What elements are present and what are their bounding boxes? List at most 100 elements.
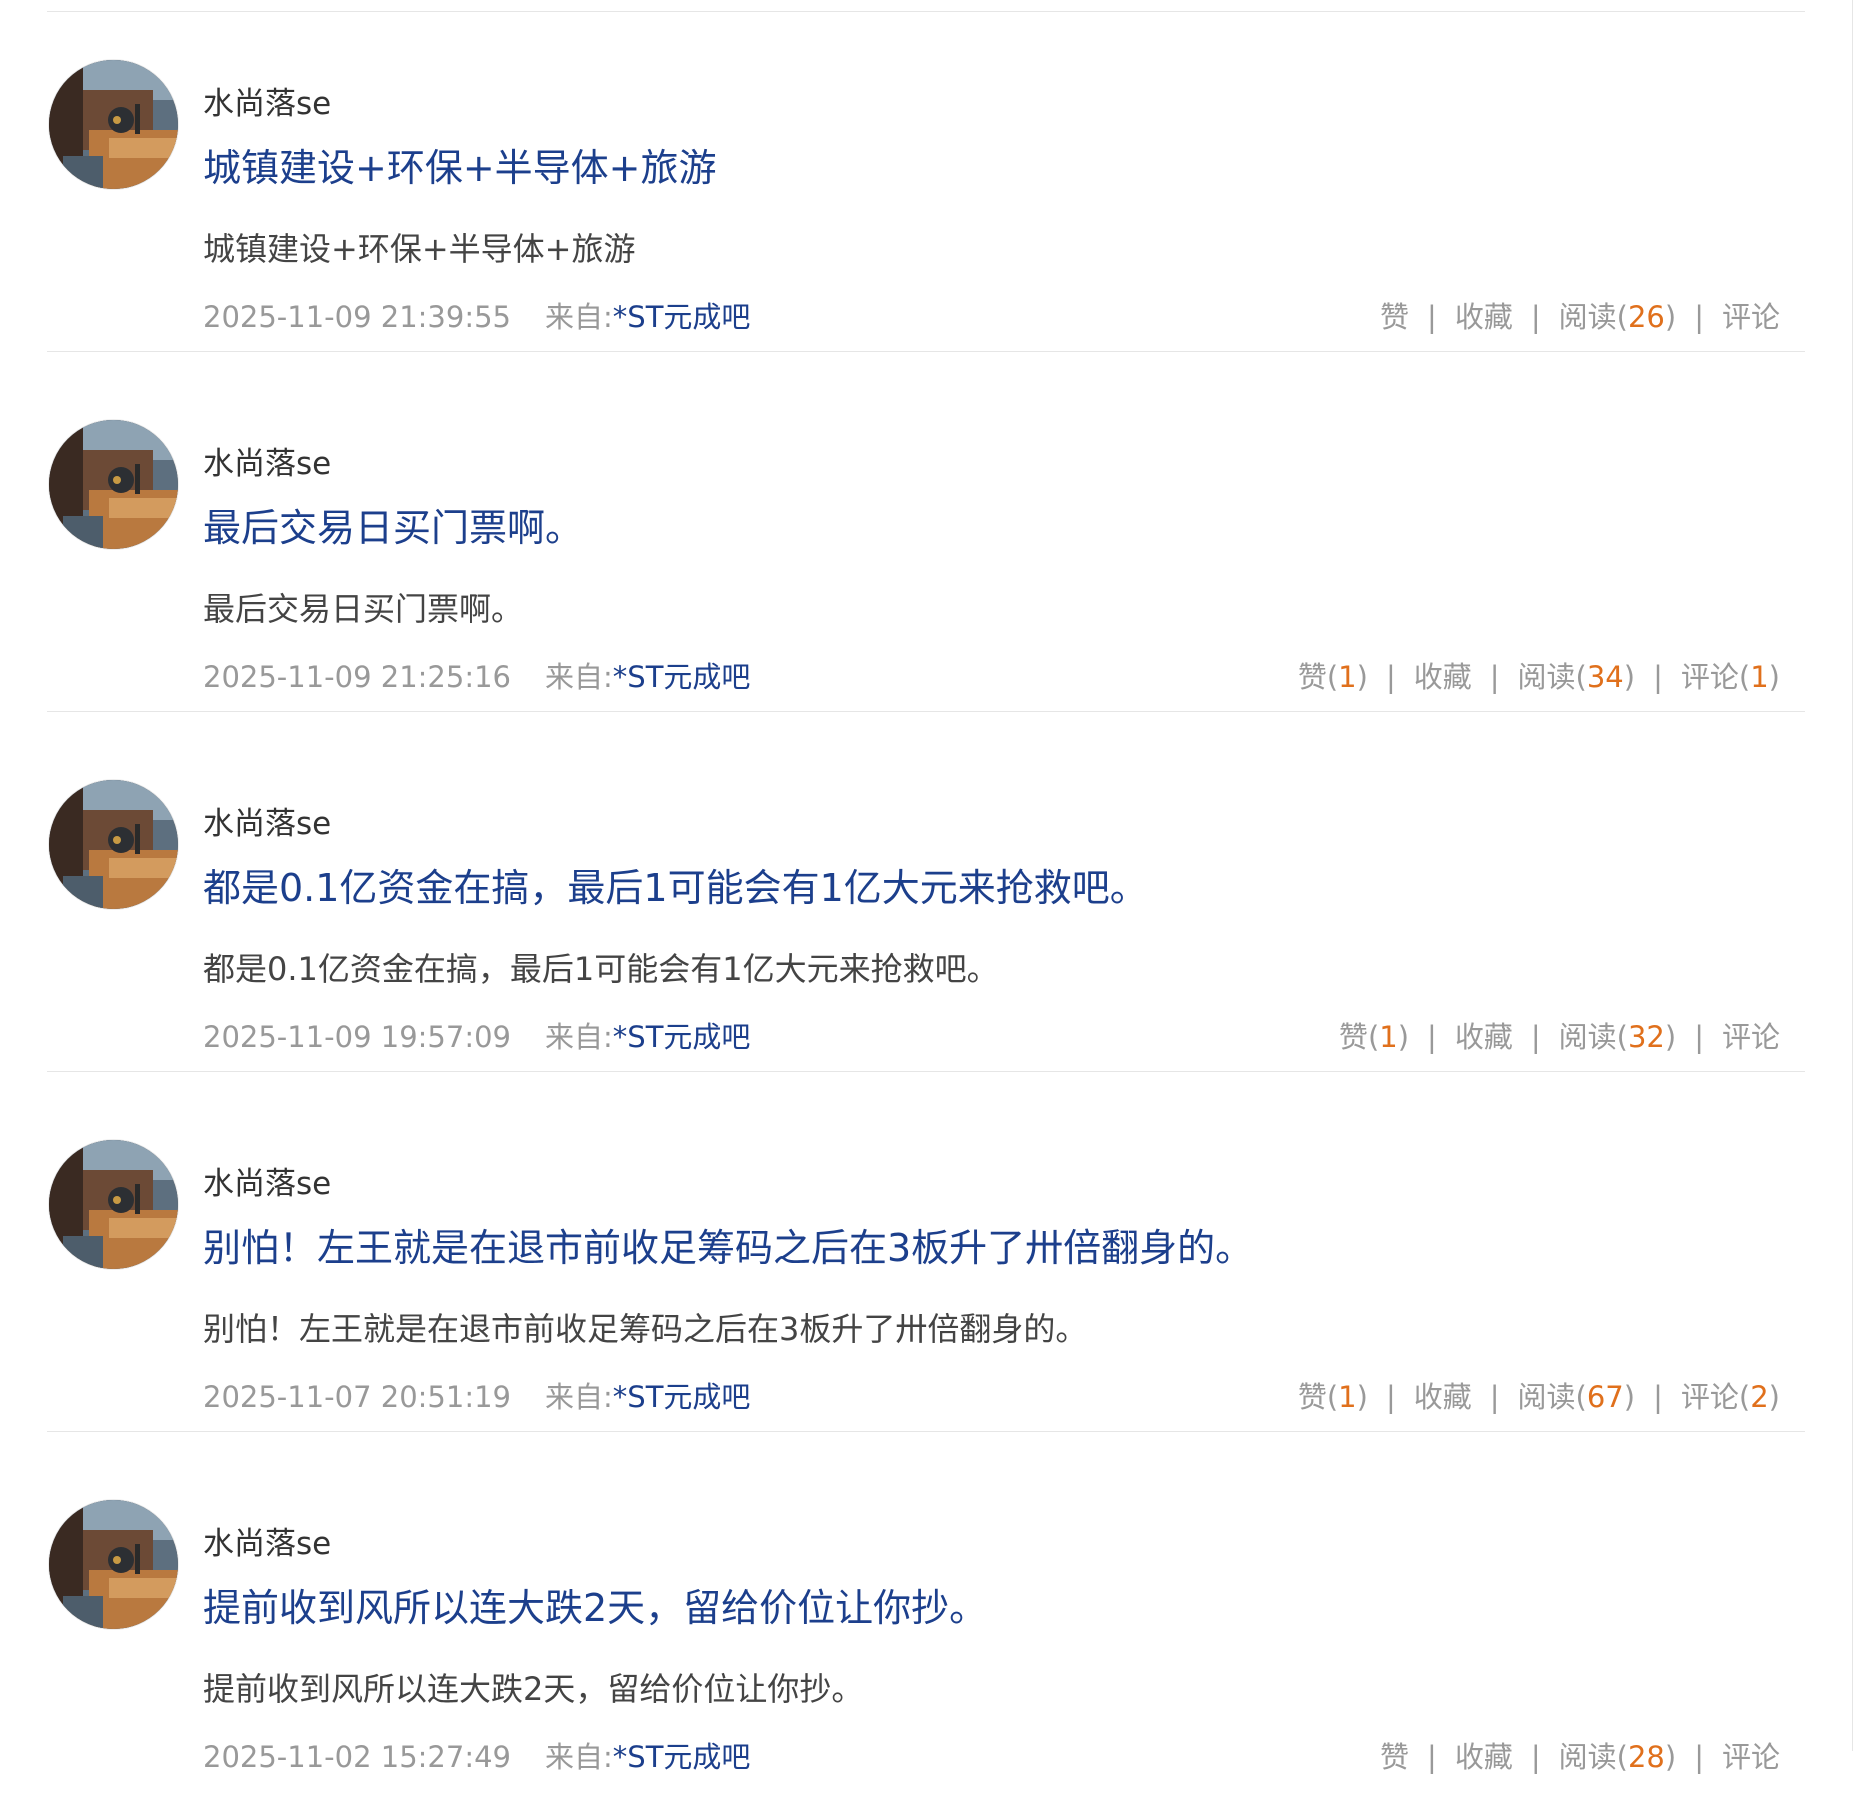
paren-open: ( [1616, 300, 1628, 334]
read-button[interactable]: 阅读(32) [1559, 1017, 1677, 1057]
post-item: 水尚落se 城镇建设+环保+半导体+旅游 城镇建设+环保+半导体+旅游 2025… [0, 0, 1853, 356]
post-item: 水尚落se 提前收到风所以连大跌2天，留给价位让你抄。 提前收到风所以连大跌2天… [0, 1440, 1853, 1796]
post-divider [47, 1431, 1805, 1432]
avatar[interactable] [49, 1500, 178, 1629]
paren-close: ) [1664, 1020, 1677, 1054]
read-count: (28) [1617, 1740, 1677, 1774]
source-link[interactable]: *ST元成吧 [613, 1020, 751, 1054]
separator: | [1489, 660, 1500, 694]
post-meta: 2025-11-02 15:27:49 来自:*ST元成吧 [203, 1737, 750, 1777]
collect-button[interactable]: 收藏 [1455, 297, 1513, 337]
separator: | [1694, 1020, 1704, 1054]
post-summary: 别怕！左王就是在退市前收足筹码之后在3板升了卅倍翻身的。 [203, 1310, 1088, 1348]
paren-close: ) [1356, 660, 1368, 694]
collect-button[interactable]: 收藏 [1455, 1737, 1513, 1777]
read-button[interactable]: 阅读(34) [1518, 657, 1636, 697]
comment-label: 评论 [1680, 660, 1739, 694]
collect-button[interactable]: 收藏 [1455, 1017, 1513, 1057]
author-name[interactable]: 水尚落se [203, 84, 331, 124]
comment-button[interactable]: 评论(2) [1681, 1377, 1780, 1417]
source-link[interactable]: *ST元成吧 [613, 1380, 751, 1414]
collect-label: 收藏 [1413, 1380, 1472, 1414]
avatar[interactable] [49, 1140, 178, 1269]
author-name[interactable]: 水尚落se [203, 444, 331, 484]
post-title[interactable]: 最后交易日买门票啊。 [203, 504, 583, 552]
post-title[interactable]: 都是0.1亿资金在搞，最后1可能会有1亿大元来抢救吧。 [203, 864, 1148, 912]
paren-close: ) [1664, 300, 1677, 334]
source-link[interactable]: *ST元成吧 [613, 1740, 751, 1774]
post-item: 水尚落se 都是0.1亿资金在搞，最后1可能会有1亿大元来抢救吧。 都是0.1亿… [0, 720, 1853, 1076]
post-time: 2025-11-09 21:25:16 [203, 660, 511, 694]
like-label: 赞 [1297, 1380, 1327, 1414]
paren-close: ) [1623, 1380, 1636, 1414]
post-title[interactable]: 城镇建设+环保+半导体+旅游 [203, 144, 717, 192]
post-time: 2025-11-07 20:51:19 [203, 1380, 511, 1414]
author-name[interactable]: 水尚落se [203, 1524, 331, 1564]
like-button[interactable]: 赞 [1380, 297, 1409, 337]
post-meta: 2025-11-07 20:51:19 来自:*ST元成吧 [203, 1377, 750, 1417]
like-button[interactable]: 赞(1) [1339, 1017, 1409, 1057]
post-title[interactable]: 别怕！左王就是在退市前收足筹码之后在3板升了卅倍翻身的。 [203, 1224, 1253, 1272]
read-button[interactable]: 阅读(28) [1559, 1737, 1677, 1777]
avatar[interactable] [49, 780, 178, 909]
like-label: 赞 [1338, 1020, 1368, 1054]
avatar[interactable] [49, 60, 178, 189]
paren-close: ) [1768, 1380, 1780, 1414]
paren-close: ) [1397, 1020, 1410, 1054]
read-label: 阅读 [1558, 300, 1617, 334]
post-time: 2025-11-09 19:57:09 [203, 1020, 511, 1054]
separator: | [1489, 1380, 1500, 1414]
read-count-value: 28 [1627, 1740, 1665, 1774]
comment-button[interactable]: 评论(1) [1681, 657, 1780, 697]
post-item: 水尚落se 最后交易日买门票啊。 最后交易日买门票啊。 2025-11-09 2… [0, 360, 1853, 716]
separator: | [1427, 1740, 1437, 1774]
post-summary: 最后交易日买门票啊。 [203, 590, 524, 628]
comment-button[interactable]: 评论 [1722, 1017, 1780, 1057]
post-actions: 赞(1) | 收藏 | 阅读(67) | 评论(2) [1298, 1377, 1780, 1417]
separator: | [1530, 300, 1541, 334]
author-name[interactable]: 水尚落se [203, 804, 331, 844]
like-button[interactable]: 赞(1) [1298, 1377, 1368, 1417]
paren-close: ) [1664, 1740, 1677, 1774]
like-button[interactable]: 赞(1) [1298, 657, 1368, 697]
source-link[interactable]: *ST元成吧 [613, 300, 751, 334]
comment-label: 评论 [1721, 1020, 1780, 1054]
read-button[interactable]: 阅读(26) [1559, 297, 1677, 337]
post-meta: 2025-11-09 19:57:09 来自:*ST元成吧 [203, 1017, 750, 1057]
paren-open: ( [1616, 1020, 1628, 1054]
collect-label: 收藏 [1454, 300, 1513, 334]
separator: | [1694, 300, 1704, 334]
post-divider [47, 711, 1805, 712]
source-link[interactable]: *ST元成吧 [613, 660, 751, 694]
from-label: 来自: [545, 1740, 613, 1774]
avatar[interactable] [49, 420, 178, 549]
comment-button[interactable]: 评论 [1722, 297, 1780, 337]
paren-open: ( [1616, 1740, 1628, 1774]
collect-button[interactable]: 收藏 [1414, 657, 1472, 697]
like-count-value: 1 [1379, 1020, 1398, 1054]
read-label: 阅读 [1517, 1380, 1576, 1414]
comment-count-value: 1 [1750, 660, 1769, 694]
read-count-value: 32 [1627, 1020, 1665, 1054]
avatar-photo-icon [49, 420, 178, 549]
post-title[interactable]: 提前收到风所以连大跌2天，留给价位让你抄。 [203, 1584, 987, 1632]
read-count-value: 26 [1627, 300, 1665, 334]
comment-count: (2) [1739, 1380, 1780, 1414]
paren-open: ( [1367, 1020, 1380, 1054]
read-button[interactable]: 阅读(67) [1518, 1377, 1636, 1417]
like-count: (1) [1327, 1380, 1368, 1414]
collect-button[interactable]: 收藏 [1414, 1377, 1472, 1417]
like-count: (1) [1368, 1020, 1409, 1054]
post-time: 2025-11-02 15:27:49 [203, 1740, 511, 1774]
from-label: 来自: [545, 1020, 613, 1054]
post-summary: 都是0.1亿资金在搞，最后1可能会有1亿大元来抢救吧。 [203, 950, 999, 988]
separator: | [1385, 660, 1396, 694]
comment-button[interactable]: 评论 [1722, 1737, 1780, 1777]
paren-open: ( [1738, 1380, 1751, 1414]
collect-label: 收藏 [1454, 1020, 1513, 1054]
like-button[interactable]: 赞 [1380, 1737, 1409, 1777]
collect-label: 收藏 [1454, 1740, 1513, 1774]
author-name[interactable]: 水尚落se [203, 1164, 331, 1204]
post-actions: 赞(1) | 收藏 | 阅读(34) | 评论(1) [1298, 657, 1780, 697]
separator: | [1427, 1020, 1437, 1054]
